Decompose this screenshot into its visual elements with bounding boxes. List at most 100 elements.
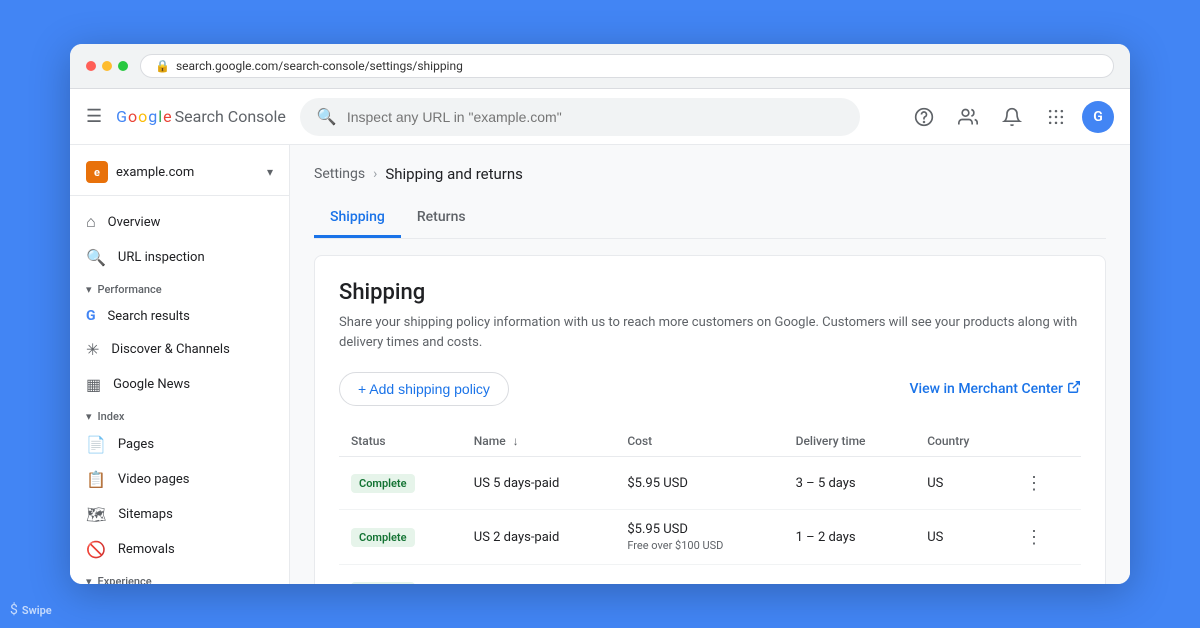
logo-l: l — [158, 107, 162, 126]
logo-suffix: Search Console — [175, 107, 286, 126]
external-link-icon — [1067, 380, 1081, 398]
section-performance[interactable]: ▾ Performance — [70, 275, 289, 300]
bell-button[interactable] — [994, 99, 1030, 135]
help-button[interactable] — [906, 99, 942, 135]
add-shipping-policy-button[interactable]: + Add shipping policy — [339, 372, 509, 406]
sidebar-item-url-inspection[interactable]: 🔍 URL inspection — [70, 240, 281, 275]
table-row: Complete CA 7 days-free Free 5 – 7 days … — [339, 565, 1081, 585]
app-logo: G o o g l e Search Console — [116, 107, 286, 126]
logo-o1: o — [128, 107, 137, 126]
users-button[interactable] — [950, 99, 986, 135]
table-row: Complete US 5 days-paid $5.95 USD 3 – 5 … — [339, 457, 1081, 510]
breadcrumb-separator: › — [373, 166, 377, 182]
tabs: Shipping Returns — [314, 199, 1106, 239]
shipping-table: Status Name ↓ Cost Delivery time Country — [339, 426, 1081, 584]
col-status: Status — [339, 426, 462, 457]
shipping-card: Shipping Share your shipping policy info… — [314, 255, 1106, 584]
status-badge: Complete — [351, 582, 415, 585]
breadcrumb-settings[interactable]: Settings — [314, 166, 365, 182]
property-icon: e — [86, 161, 108, 183]
section-experience-label: Experience — [98, 575, 152, 584]
country-cell: CA — [915, 565, 1008, 585]
card-actions: + Add shipping policy View in Merchant C… — [339, 372, 1081, 406]
pages-label: Pages — [118, 437, 154, 452]
removals-label: Removals — [118, 542, 175, 557]
section-index[interactable]: ▾ Index — [70, 402, 289, 427]
tab-returns[interactable]: Returns — [401, 199, 482, 238]
cost-cell: Free — [615, 565, 783, 585]
breadcrumb-current: Shipping and returns — [385, 165, 523, 183]
property-selector[interactable]: e example.com ▾ — [70, 153, 289, 196]
row-more-button[interactable]: ⋮ — [1020, 577, 1048, 584]
name-cell: CA 7 days-free — [462, 565, 616, 585]
sidebar-item-google-news[interactable]: ▦ Google News — [70, 367, 281, 402]
search-bar[interactable]: 🔍 — [300, 98, 860, 136]
sidebar-item-overview[interactable]: ⌂ Overview — [70, 204, 281, 240]
col-name[interactable]: Name ↓ — [462, 426, 616, 457]
section-index-arrow: ▾ — [86, 410, 92, 423]
sidebar-item-removals[interactable]: 🚫 Removals — [70, 532, 281, 567]
name-cell: US 2 days-paid — [462, 510, 616, 565]
delivery-time-cell: 1 – 2 days — [784, 510, 916, 565]
overview-icon: ⌂ — [86, 212, 96, 232]
google-news-icon: ▦ — [86, 375, 101, 394]
video-pages-icon: 📋 — [86, 470, 106, 489]
section-experience-arrow: ▾ — [86, 575, 92, 584]
delivery-time-cell: 3 – 5 days — [784, 457, 916, 510]
sidebar-item-video-pages[interactable]: 📋 Video pages — [70, 462, 281, 497]
sitemaps-label: Sitemaps — [118, 507, 173, 522]
section-index-label: Index — [98, 410, 125, 423]
name-cell: US 5 days-paid — [462, 457, 616, 510]
search-icon: 🔍 — [317, 107, 337, 126]
country-cell: US — [915, 510, 1008, 565]
row-more-button[interactable]: ⋮ — [1020, 523, 1048, 551]
search-results-label: Search results — [108, 309, 190, 324]
breadcrumb: Settings › Shipping and returns — [314, 165, 1106, 183]
sidebar-item-sitemaps[interactable]: 🗺 Sitemaps — [70, 497, 281, 532]
google-news-label: Google News — [113, 377, 190, 392]
swipe-watermark: $ Swipe — [10, 602, 52, 618]
discover-icon: ✳ — [86, 340, 99, 359]
url-inspection-icon: 🔍 — [86, 248, 106, 267]
sort-icon: ↓ — [513, 434, 519, 448]
logo-g2: g — [148, 107, 157, 126]
logo-g: G — [116, 107, 127, 126]
header-actions: G — [906, 99, 1114, 135]
url-inspection-label: URL inspection — [118, 250, 205, 265]
row-more-button[interactable]: ⋮ — [1020, 469, 1048, 497]
status-badge: Complete — [351, 528, 415, 547]
col-delivery-time: Delivery time — [784, 426, 916, 457]
sidebar-item-discover[interactable]: ✳ Discover & Channels — [70, 332, 281, 367]
video-pages-label: Video pages — [118, 472, 190, 487]
col-country: Country — [915, 426, 1008, 457]
sidebar: e example.com ▾ ⌂ Overview 🔍 URL inspect… — [70, 145, 290, 584]
apps-button[interactable] — [1038, 99, 1074, 135]
property-dropdown-arrow: ▾ — [267, 165, 273, 179]
property-name: example.com — [116, 165, 259, 180]
search-results-icon: G — [86, 308, 96, 324]
address-bar[interactable]: 🔒 search.google.com/search-console/setti… — [140, 54, 1114, 78]
cost-cell: $5.95 USD Free over $100 USD — [615, 510, 783, 565]
removals-icon: 🚫 — [86, 540, 106, 559]
avatar[interactable]: G — [1082, 101, 1114, 133]
sidebar-item-search-results[interactable]: G Search results — [70, 300, 281, 332]
app-header: ☰ G o o g l e Search Console 🔍 — [70, 89, 1130, 145]
delivery-time-cell: 5 – 7 days — [784, 565, 916, 585]
pages-icon: 📄 — [86, 435, 106, 454]
section-experience[interactable]: ▾ Experience — [70, 567, 289, 584]
card-description: Share your shipping policy information w… — [339, 313, 1081, 352]
card-title: Shipping — [339, 280, 1081, 305]
menu-icon[interactable]: ☰ — [86, 106, 102, 127]
view-merchant-center-link[interactable]: View in Merchant Center — [910, 380, 1082, 398]
search-input[interactable] — [347, 109, 843, 125]
country-cell: US — [915, 457, 1008, 510]
overview-label: Overview — [108, 215, 161, 230]
section-performance-label: Performance — [98, 283, 162, 296]
col-cost: Cost — [615, 426, 783, 457]
discover-label: Discover & Channels — [111, 342, 229, 357]
logo-o2: o — [138, 107, 147, 126]
status-badge: Complete — [351, 474, 415, 493]
tab-shipping[interactable]: Shipping — [314, 199, 401, 238]
section-performance-arrow: ▾ — [86, 283, 92, 296]
sidebar-item-pages[interactable]: 📄 Pages — [70, 427, 281, 462]
